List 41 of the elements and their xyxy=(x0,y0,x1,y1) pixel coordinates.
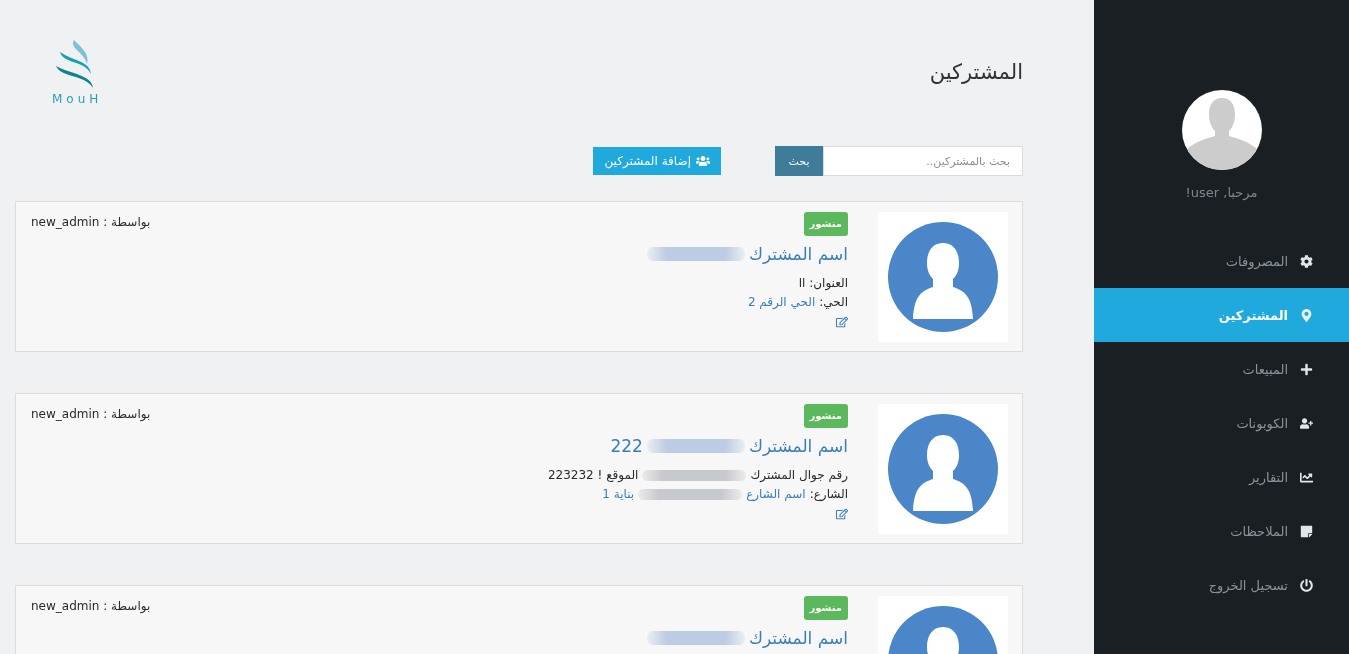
gear-icon xyxy=(1300,254,1313,268)
field-link[interactable]: الحي الرقم 2 xyxy=(747,293,816,312)
subscriber-name[interactable]: اسم المشترك xyxy=(748,241,848,267)
sidebar-item[interactable]: المشتركين xyxy=(1094,288,1349,342)
sidebar-item[interactable]: التقارير xyxy=(1094,450,1349,504)
sidebar-item[interactable]: المبيعات xyxy=(1094,342,1349,396)
map-pin-icon xyxy=(1300,308,1313,322)
author-text: بواسطة : new_admin xyxy=(31,215,151,229)
edit-icon[interactable] xyxy=(836,508,848,520)
sidebar-item[interactable]: الكوبونات xyxy=(1094,396,1349,450)
field-text: الشارع: xyxy=(809,486,848,503)
logo-text: MouH xyxy=(51,91,103,106)
line-chart-icon xyxy=(1300,470,1313,484)
status-tag: منشور xyxy=(803,212,848,236)
author-text: بواسطة : new_admin xyxy=(31,407,151,421)
note-icon xyxy=(1300,524,1313,538)
status-tag: منشور xyxy=(803,596,848,620)
field-link[interactable]: اسم الشارع xyxy=(746,485,806,504)
field-text: الموقع ! 223232 xyxy=(547,467,639,484)
subscriber-name[interactable]: 222 xyxy=(610,433,643,459)
subscriber-name[interactable]: اسم المشترك xyxy=(748,625,848,651)
add-subscribers-button[interactable]: إضافة المشتركين xyxy=(593,147,721,175)
sidebar-item[interactable]: تسجيل الخروج xyxy=(1094,558,1349,612)
users-icon xyxy=(696,154,710,168)
sidebar-item[interactable]: الملاحظات xyxy=(1094,504,1349,558)
field-text: رقم جوال المشترك xyxy=(750,467,848,484)
field-text: الحي: xyxy=(819,294,848,311)
search-field[interactable]: بحث بالمشتركين.. xyxy=(823,146,1023,176)
greeting-text: مرحبا, user! xyxy=(1185,185,1258,200)
user-plus-icon xyxy=(1300,416,1313,430)
author-text: بواسطة : new_admin xyxy=(31,599,151,613)
field-text: العنوان: اا xyxy=(798,275,848,293)
status-tag: منشور xyxy=(803,404,848,428)
search-button[interactable]: بحث xyxy=(775,146,823,176)
subscriber-name[interactable]: اسم المشترك xyxy=(748,433,848,459)
field-link[interactable]: بناية 1 xyxy=(602,485,635,504)
power-icon xyxy=(1300,578,1313,592)
page-title: المشتركين xyxy=(929,60,1023,84)
edit-icon[interactable] xyxy=(836,316,848,328)
plus-icon xyxy=(1300,362,1313,376)
sidebar-item[interactable]: المصروفات xyxy=(1094,234,1349,288)
